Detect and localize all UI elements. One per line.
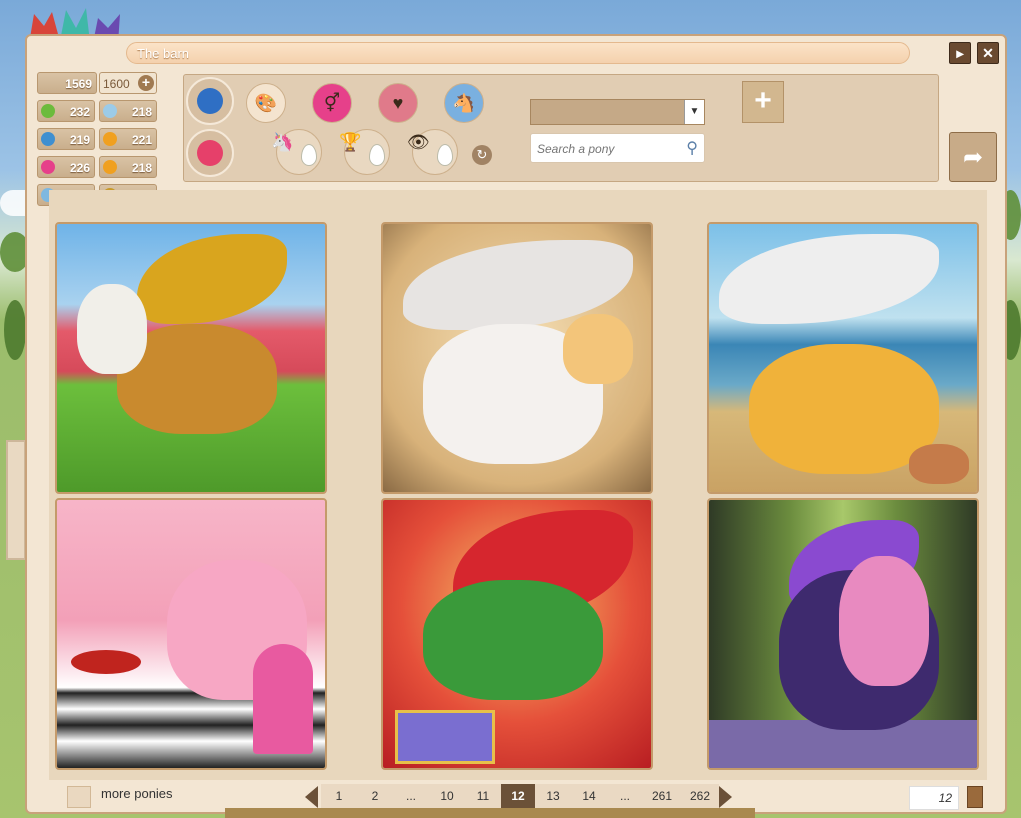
more-ponies-label: more ponies xyxy=(101,786,173,801)
house-decoration xyxy=(6,440,26,560)
stat-value: 226 xyxy=(69,161,90,175)
page-link[interactable]: 11 xyxy=(465,784,501,808)
color-filter-button[interactable]: 🎨 xyxy=(246,83,286,123)
star-icon xyxy=(197,140,223,166)
paw-icon xyxy=(103,160,117,174)
barn-window: The barn ▸ ✕ 1569 1600 + 232 218 219 221… xyxy=(25,34,1007,814)
pony-head-icon: 🐴 xyxy=(452,93,476,113)
currency-stat: 1569 xyxy=(37,72,97,94)
category-dropdown[interactable]: ▼ xyxy=(530,99,705,125)
page-link[interactable]: 13 xyxy=(535,784,571,808)
stat-value: 218 xyxy=(131,161,152,175)
pony-body xyxy=(423,580,603,700)
add-currency-button[interactable]: + xyxy=(138,75,154,91)
currency-max-value: 1600 xyxy=(103,77,130,91)
gender-filter-button[interactable]: ⚥ xyxy=(312,83,352,123)
previous-page-arrow-icon[interactable] xyxy=(305,786,318,808)
gift-shape xyxy=(395,710,495,764)
chevron-down-icon[interactable]: ▼ xyxy=(684,100,704,124)
pony-card[interactable] xyxy=(707,498,979,770)
window-title: The barn xyxy=(137,46,190,61)
paw-print-icon xyxy=(41,132,55,146)
currency-max-stat: 1600 + xyxy=(99,72,157,94)
stat-cloud: 218 xyxy=(99,100,157,122)
go-to-page-button[interactable] xyxy=(967,786,983,808)
stat-paw-print: 219 xyxy=(37,128,95,150)
stat-flame: 221 xyxy=(99,128,157,150)
eye-icon: 👁 xyxy=(407,132,430,152)
trophy-sort-button[interactable]: 🏆 xyxy=(339,129,390,175)
pony-card[interactable] xyxy=(381,498,653,770)
page-link[interactable]: 1 xyxy=(321,784,357,808)
pony-card[interactable] xyxy=(707,222,979,494)
background-tabs xyxy=(225,808,755,818)
droplet-icon xyxy=(437,144,453,166)
coconut-shape xyxy=(909,444,969,484)
pony-grid xyxy=(49,190,987,780)
page-number-input[interactable]: 12 xyxy=(909,786,959,810)
page-link[interactable]: 262 xyxy=(681,784,719,808)
pony-card[interactable] xyxy=(55,222,327,494)
favorite-filter-button[interactable] xyxy=(186,129,234,177)
pony-card[interactable] xyxy=(55,498,327,770)
stat-value: 218 xyxy=(131,105,152,119)
droplet-icon xyxy=(369,144,385,166)
love-filter-button[interactable]: ♥ xyxy=(378,83,418,123)
page-ellipsis: ... xyxy=(607,784,643,808)
palette-icon: 🎨 xyxy=(254,93,278,113)
stool-shape xyxy=(71,650,141,674)
trophy-icon: 🏆 xyxy=(339,132,362,152)
refresh-button[interactable]: ↻ xyxy=(472,145,492,165)
current-page[interactable]: 12 xyxy=(501,784,535,808)
eye-sort-button[interactable]: 👁 xyxy=(407,129,458,175)
page-link[interactable]: 10 xyxy=(429,784,465,808)
jukebox-shape xyxy=(253,644,313,754)
close-button[interactable]: ✕ xyxy=(977,42,999,64)
stat-value: 232 xyxy=(69,105,90,119)
currency-value: 1569 xyxy=(65,77,92,91)
droplet-icon xyxy=(301,144,317,166)
heart-icon xyxy=(41,160,55,174)
minimize-button[interactable]: ▸ xyxy=(949,42,971,64)
stat-value: 219 xyxy=(69,133,90,147)
more-ponies-checkbox[interactable] xyxy=(67,786,91,808)
page-link[interactable]: 14 xyxy=(571,784,607,808)
tree-decoration xyxy=(4,300,26,360)
stat-apple: 232 xyxy=(37,100,95,122)
stat-value: 221 xyxy=(131,133,152,147)
page-link[interactable]: 261 xyxy=(643,784,681,808)
next-page-arrow-icon[interactable] xyxy=(719,786,732,808)
pony-card[interactable] xyxy=(381,222,653,494)
filter-toolbar: 🎨 ⚥ ♥ 🐴 🦄 🏆 👁 ↻ ▼ ⚲ + xyxy=(183,74,939,182)
star-folder-icon xyxy=(197,88,223,114)
unicorn-icon: 🦄 xyxy=(271,132,294,152)
add-button[interactable]: + xyxy=(742,81,784,123)
title-bar: The barn xyxy=(126,42,910,64)
flame-icon xyxy=(103,132,117,146)
pony-type-filter-button[interactable]: 🐴 xyxy=(444,83,484,123)
page-ellipsis: ... xyxy=(393,784,429,808)
transfer-pony-button[interactable]: ➦ xyxy=(949,132,997,182)
unicorn-sort-button[interactable]: 🦄 xyxy=(271,129,322,175)
pony-hooves xyxy=(563,314,633,384)
page-link[interactable]: 2 xyxy=(357,784,393,808)
heart-ring-icon: ♥ xyxy=(392,93,404,113)
cloud-icon xyxy=(103,104,117,118)
search-box: ⚲ xyxy=(530,133,705,163)
search-icon[interactable]: ⚲ xyxy=(686,138,698,158)
search-input[interactable] xyxy=(537,140,677,158)
pagination: 1 2 ... 10 11 12 13 14 ... 261 262 xyxy=(305,784,735,810)
folder-filter-button[interactable] xyxy=(186,77,234,125)
stat-heart: 226 xyxy=(37,156,95,178)
pony-folder-icon: ➦ xyxy=(962,144,984,171)
apple-icon xyxy=(41,104,55,118)
stat-paw: 218 xyxy=(99,156,157,178)
gender-icon: ⚥ xyxy=(323,93,341,113)
pony-mane xyxy=(839,556,929,686)
pony-mane xyxy=(77,284,147,374)
